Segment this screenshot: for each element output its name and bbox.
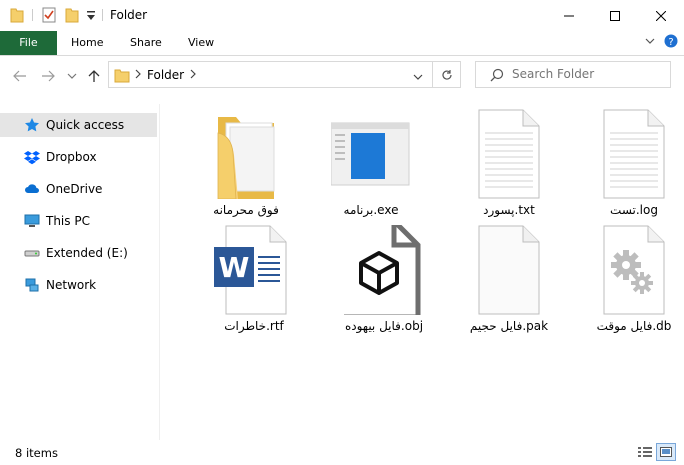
address-dropdown-icon[interactable] — [413, 70, 423, 84]
breadcrumb-folder[interactable]: Folder — [147, 68, 184, 82]
text-file-icon — [603, 109, 665, 199]
status-bar — [0, 440, 684, 465]
sidebar-item-label: This PC — [46, 214, 90, 228]
sidebar-item-label: Extended (E:) — [46, 246, 128, 260]
file-item-exe[interactable]: برنامه.exe — [311, 109, 431, 219]
tab-view[interactable]: View — [174, 31, 228, 55]
customize-toolbar-icon[interactable] — [86, 10, 96, 24]
sidebar-item-label: OneDrive — [46, 182, 103, 196]
file-name: برنامه.exe — [343, 203, 399, 217]
new-folder-icon[interactable] — [65, 7, 79, 26]
file-item-obj[interactable]: فایل بیهوده.obj — [324, 225, 444, 335]
file-item-folder[interactable]: فوق محرمانه — [186, 109, 306, 219]
text-file-icon — [478, 109, 540, 199]
separator — [102, 9, 103, 21]
file-name: فایل حجیم.pak — [469, 319, 549, 333]
sidebar-item-dropbox[interactable]: Dropbox — [0, 145, 157, 169]
file-list: فوق محرمانه برنامه.exe پسورد.txt تست.log… — [160, 104, 684, 440]
details-view-icon[interactable] — [637, 445, 653, 462]
folder-icon — [114, 67, 130, 86]
file-item-pak[interactable]: فایل حجیم.pak — [449, 225, 569, 335]
file-item-log[interactable]: تست.log — [574, 109, 684, 219]
svg-text:W: W — [219, 251, 250, 284]
recent-locations-button[interactable] — [62, 66, 82, 86]
close-button[interactable] — [638, 0, 684, 31]
back-button[interactable] — [10, 66, 30, 86]
separator — [32, 9, 33, 21]
svg-text:?: ? — [668, 37, 673, 48]
chevron-down-icon[interactable] — [644, 35, 656, 50]
file-name: فایل بیهوده.obj — [344, 319, 424, 333]
file-name: فایل موقت.db — [596, 319, 672, 333]
sidebar-item-label: Network — [46, 278, 97, 292]
properties-icon[interactable] — [42, 7, 56, 26]
address-bar[interactable]: Folder — [108, 61, 433, 88]
file-item-rtf[interactable]: W خاطرات.rtf — [194, 225, 314, 335]
file-name: تست.log — [610, 203, 658, 217]
word-document-icon: W — [214, 225, 287, 315]
title-bar: Folder — [0, 0, 684, 31]
sidebar-item-label: Quick access — [46, 118, 125, 132]
minimize-button[interactable] — [546, 0, 592, 31]
star-icon — [24, 117, 40, 133]
tab-file[interactable]: File — [0, 31, 57, 55]
large-icons-view-button[interactable] — [656, 443, 676, 461]
file-item-txt[interactable]: پسورد.txt — [449, 109, 569, 219]
sidebar-item-this-pc[interactable]: This PC — [0, 209, 157, 233]
cloud-icon — [24, 181, 40, 197]
search-icon — [490, 68, 504, 85]
item-count: 8 items — [15, 446, 58, 460]
application-icon — [331, 122, 410, 186]
file-name: فوق محرمانه — [213, 203, 279, 217]
file-name: پسورد.txt — [483, 203, 535, 217]
folder-icon — [217, 117, 275, 199]
tab-share[interactable]: Share — [116, 31, 176, 55]
sidebar-item-extended-e[interactable]: Extended (E:) — [0, 241, 157, 265]
refresh-button[interactable] — [433, 61, 461, 88]
chevron-right-icon[interactable] — [189, 67, 197, 84]
drive-icon — [24, 245, 40, 261]
chevron-right-icon — [134, 67, 142, 84]
help-icon[interactable]: ? — [664, 34, 678, 51]
folder-icon — [10, 7, 24, 26]
sidebar-item-label: Dropbox — [46, 150, 97, 164]
sidebar-item-network[interactable]: Network — [0, 273, 157, 297]
up-button[interactable] — [84, 66, 104, 86]
maximize-button[interactable] — [592, 0, 638, 31]
tab-home[interactable]: Home — [57, 31, 117, 55]
settings-file-icon — [603, 225, 665, 315]
navigation-pane: Quick access Dropbox OneDrive This PC Ex… — [0, 104, 159, 440]
window-title: Folder — [110, 8, 148, 22]
file-name: خاطرات.rtf — [224, 319, 284, 333]
search-input[interactable] — [512, 65, 662, 83]
file-item-db[interactable]: فایل موقت.db — [574, 225, 684, 335]
3d-object-icon — [344, 225, 421, 315]
search-box[interactable] — [475, 61, 671, 88]
ribbon-tabs: File Home Share View ? — [0, 31, 684, 56]
refresh-icon — [441, 69, 452, 80]
sidebar-item-quick-access[interactable]: Quick access — [0, 113, 157, 137]
monitor-icon — [24, 213, 40, 229]
dropbox-icon — [24, 149, 40, 165]
network-icon — [24, 277, 40, 293]
blank-file-icon — [478, 225, 540, 315]
forward-button[interactable] — [38, 66, 58, 86]
sidebar-item-onedrive[interactable]: OneDrive — [0, 177, 157, 201]
large-icons-view-icon — [660, 447, 672, 457]
